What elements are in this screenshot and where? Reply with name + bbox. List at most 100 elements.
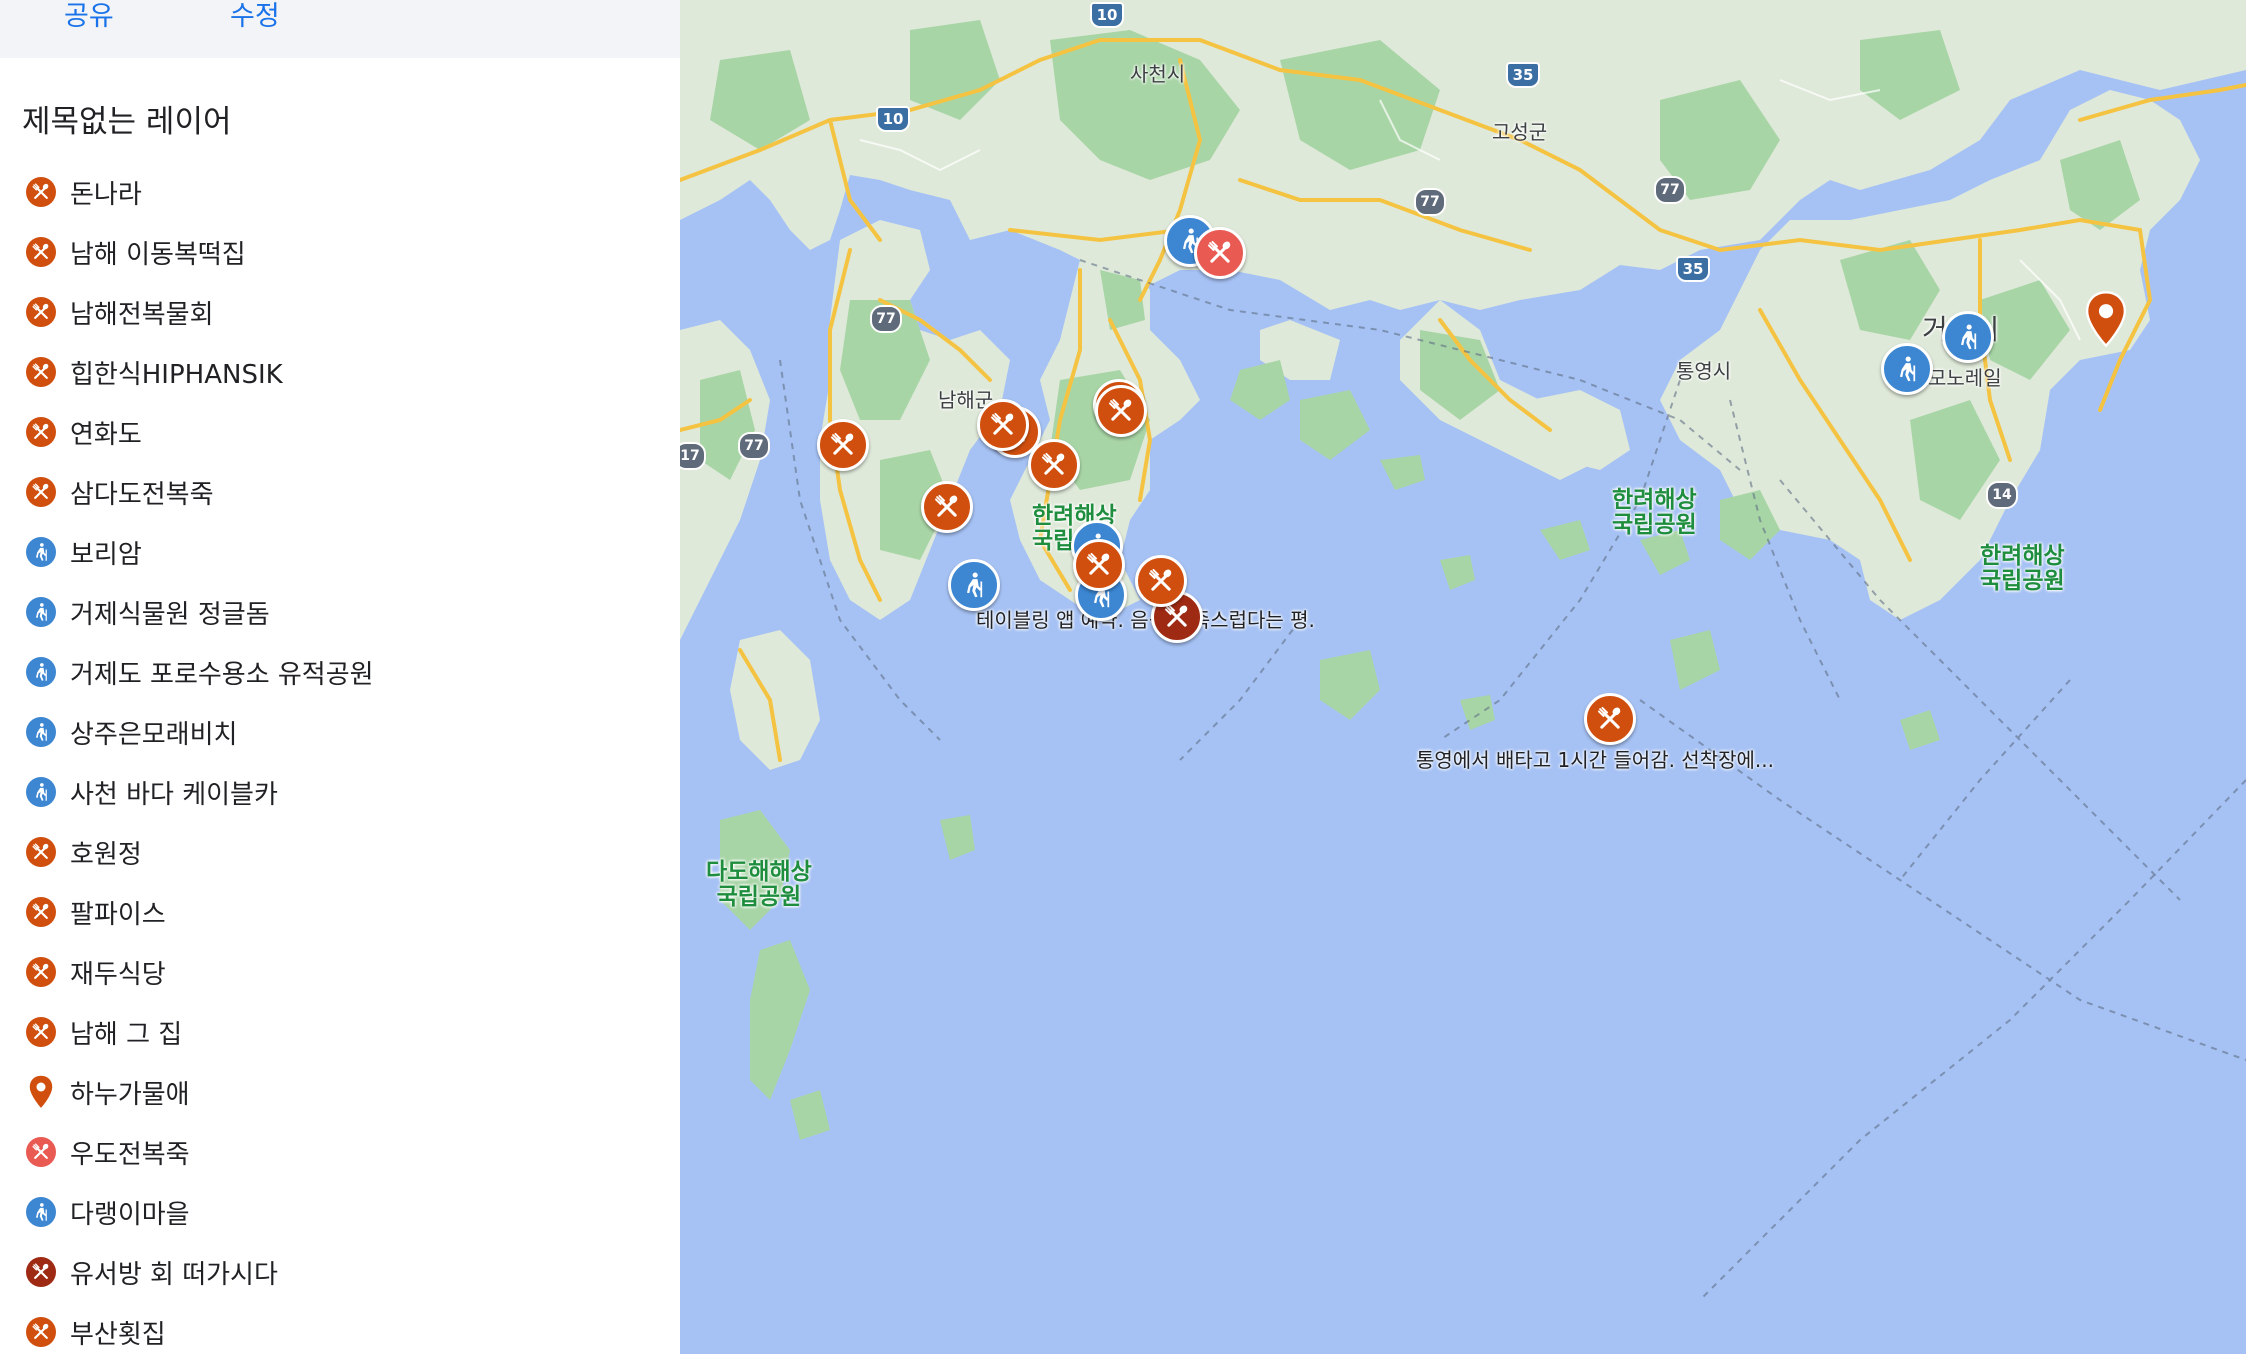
restaurant-icon	[26, 477, 56, 507]
place-list-item[interactable]: 우도전복죽	[0, 1122, 680, 1182]
place-name: 거제식물원 정글돔	[70, 599, 270, 630]
road-shield: 14	[1986, 481, 2018, 509]
layer-title[interactable]: 제목없는 레이어	[22, 96, 232, 141]
place-name: 다랭이마을	[70, 1199, 190, 1230]
edit-button[interactable]: 수정	[230, 0, 280, 33]
place-name: 남해전복물회	[70, 299, 214, 330]
place-list-item[interactable]: 재두식당	[0, 942, 680, 1002]
marker-note: 통영에서 배타고 1시간 들어감. 선착장에...	[1416, 748, 1774, 772]
restaurant-icon	[26, 237, 56, 267]
map-label-park: 한려해상국립공원	[1612, 487, 1697, 539]
map-label-monorail: 모노레일	[1928, 366, 2002, 390]
place-list-item[interactable]: 남해전복물회	[0, 282, 680, 342]
place-list-item[interactable]: 돈나라	[0, 162, 680, 222]
place-list-item[interactable]: 남해 그 집	[0, 1002, 680, 1062]
place-name: 유서방 회 떠가시다	[70, 1259, 278, 1290]
road-shield: 77	[870, 305, 902, 333]
place-name: 우도전복죽	[70, 1139, 190, 1170]
hiking-icon	[26, 597, 56, 627]
restaurant-marker[interactable]	[977, 399, 1029, 451]
road-shield: 77	[1414, 188, 1446, 216]
place-list-item[interactable]: 거제도 포로수용소 유적공원	[0, 642, 680, 702]
place-name: 사천 바다 케이블카	[70, 779, 278, 810]
place-name: 호원정	[70, 839, 142, 870]
place-list-item[interactable]: 팔파이스	[0, 882, 680, 942]
restaurant-icon	[26, 1017, 56, 1047]
place-list-item[interactable]: 보리암	[0, 522, 680, 582]
place-list-item[interactable]: 호원정	[0, 822, 680, 882]
sidebar-action-bar: 공유 수정	[0, 0, 680, 58]
road-shield: 10	[876, 106, 910, 132]
hiking-icon	[26, 657, 56, 687]
place-name: 재두식당	[70, 959, 166, 990]
road-shield: 17	[680, 442, 706, 470]
restaurant-marker[interactable]	[1584, 693, 1636, 745]
restaurant-icon	[26, 897, 56, 927]
restaurant-icon	[26, 177, 56, 207]
restaurant-icon	[26, 837, 56, 867]
road-shield: 77	[738, 432, 770, 460]
pin-icon	[26, 1074, 56, 1110]
map-label-sacheon: 사천시	[1130, 62, 1186, 86]
place-list-item[interactable]: 다랭이마을	[0, 1182, 680, 1242]
place-name: 팔파이스	[70, 899, 166, 930]
restaurant-icon	[26, 957, 56, 987]
place-list-item[interactable]: 힙한식HIPHANSIK	[0, 342, 680, 402]
place-name: 삼다도전복죽	[70, 479, 214, 510]
place-name: 부산횟집	[70, 1319, 166, 1350]
place-list-item[interactable]: 사천 바다 케이블카	[0, 762, 680, 822]
place-list-item[interactable]: 하누가물애	[0, 1062, 680, 1122]
hiking-icon	[26, 537, 56, 567]
place-name: 남해 이동복떡집	[70, 239, 246, 270]
place-list: 돈나라남해 이동복떡집남해전복물회힙한식HIPHANSIK 연화도삼다도전복죽보리…	[0, 162, 680, 1354]
place-name: 돈나라	[70, 179, 142, 210]
place-name: 거제도 포로수용소 유적공원	[70, 659, 374, 690]
map-label-tongyeong: 통영시	[1676, 359, 1732, 383]
road-shield: 10	[1090, 2, 1124, 28]
hiking-marker[interactable]	[1942, 311, 1994, 363]
place-list-item[interactable]: 연화도	[0, 402, 680, 462]
map-label-park: 한려해상국립공원	[1980, 543, 2065, 595]
restaurant-icon	[26, 297, 56, 327]
hiking-marker[interactable]	[948, 559, 1000, 611]
restaurant-icon	[26, 1137, 56, 1167]
restaurant-icon	[26, 1317, 56, 1347]
map-label-park: 다도해해상 국립공원	[706, 859, 812, 911]
restaurant-marker[interactable]	[1095, 385, 1147, 437]
hiking-icon	[26, 1197, 56, 1227]
hiking-marker[interactable]	[1881, 343, 1933, 395]
restaurant-marker[interactable]	[1073, 539, 1125, 591]
restaurant-marker[interactable]	[1135, 555, 1187, 607]
place-list-item[interactable]: 삼다도전복죽	[0, 462, 680, 522]
place-list-item[interactable]: 유서방 회 떠가시다	[0, 1242, 680, 1302]
place-name: 남해 그 집	[70, 1019, 183, 1050]
restaurant-marker[interactable]	[921, 481, 973, 533]
road-shield: 35	[1506, 62, 1540, 88]
road-shield: 77	[1654, 176, 1686, 204]
place-list-item[interactable]: 남해 이동복떡집	[0, 222, 680, 282]
road-shield: 35	[1676, 256, 1710, 282]
share-button[interactable]: 공유	[64, 0, 114, 33]
map-base	[680, 0, 2246, 1354]
map-canvas[interactable]: 사천시 고성군 남해군 통영시 거제시 모노레일 한려해상국립공원 한려해상국립…	[680, 0, 2246, 1354]
place-list-item[interactable]: 상주은모래비치	[0, 702, 680, 762]
place-name: 하누가물애	[70, 1079, 190, 1110]
hiking-icon	[26, 717, 56, 747]
place-list-item[interactable]: 거제식물원 정글돔	[0, 582, 680, 642]
place-list-item[interactable]: 부산횟집	[0, 1302, 680, 1354]
restaurant-marker[interactable]	[1194, 227, 1246, 279]
restaurant-icon	[26, 417, 56, 447]
restaurant-marker[interactable]	[817, 419, 869, 471]
hiking-icon	[26, 777, 56, 807]
place-name: 힙한식HIPHANSIK	[70, 359, 283, 390]
restaurant-icon	[26, 357, 56, 387]
layer-sidebar: 공유 수정 제목없는 레이어 돈나라남해 이동복떡집남해전복물회힙한식HIPHA…	[0, 0, 680, 1354]
place-name: 상주은모래비치	[70, 719, 238, 750]
restaurant-marker[interactable]	[1028, 439, 1080, 491]
place-name: 보리암	[70, 539, 142, 570]
place-name: 연화도	[70, 419, 142, 450]
restaurant-icon	[26, 1257, 56, 1287]
marker-note: 테이블링 앱 예약. 음식 만족스럽다는 평.	[976, 608, 1315, 632]
map-label-goseong: 고성군	[1492, 120, 1548, 144]
pin-marker[interactable]	[2084, 290, 2128, 348]
